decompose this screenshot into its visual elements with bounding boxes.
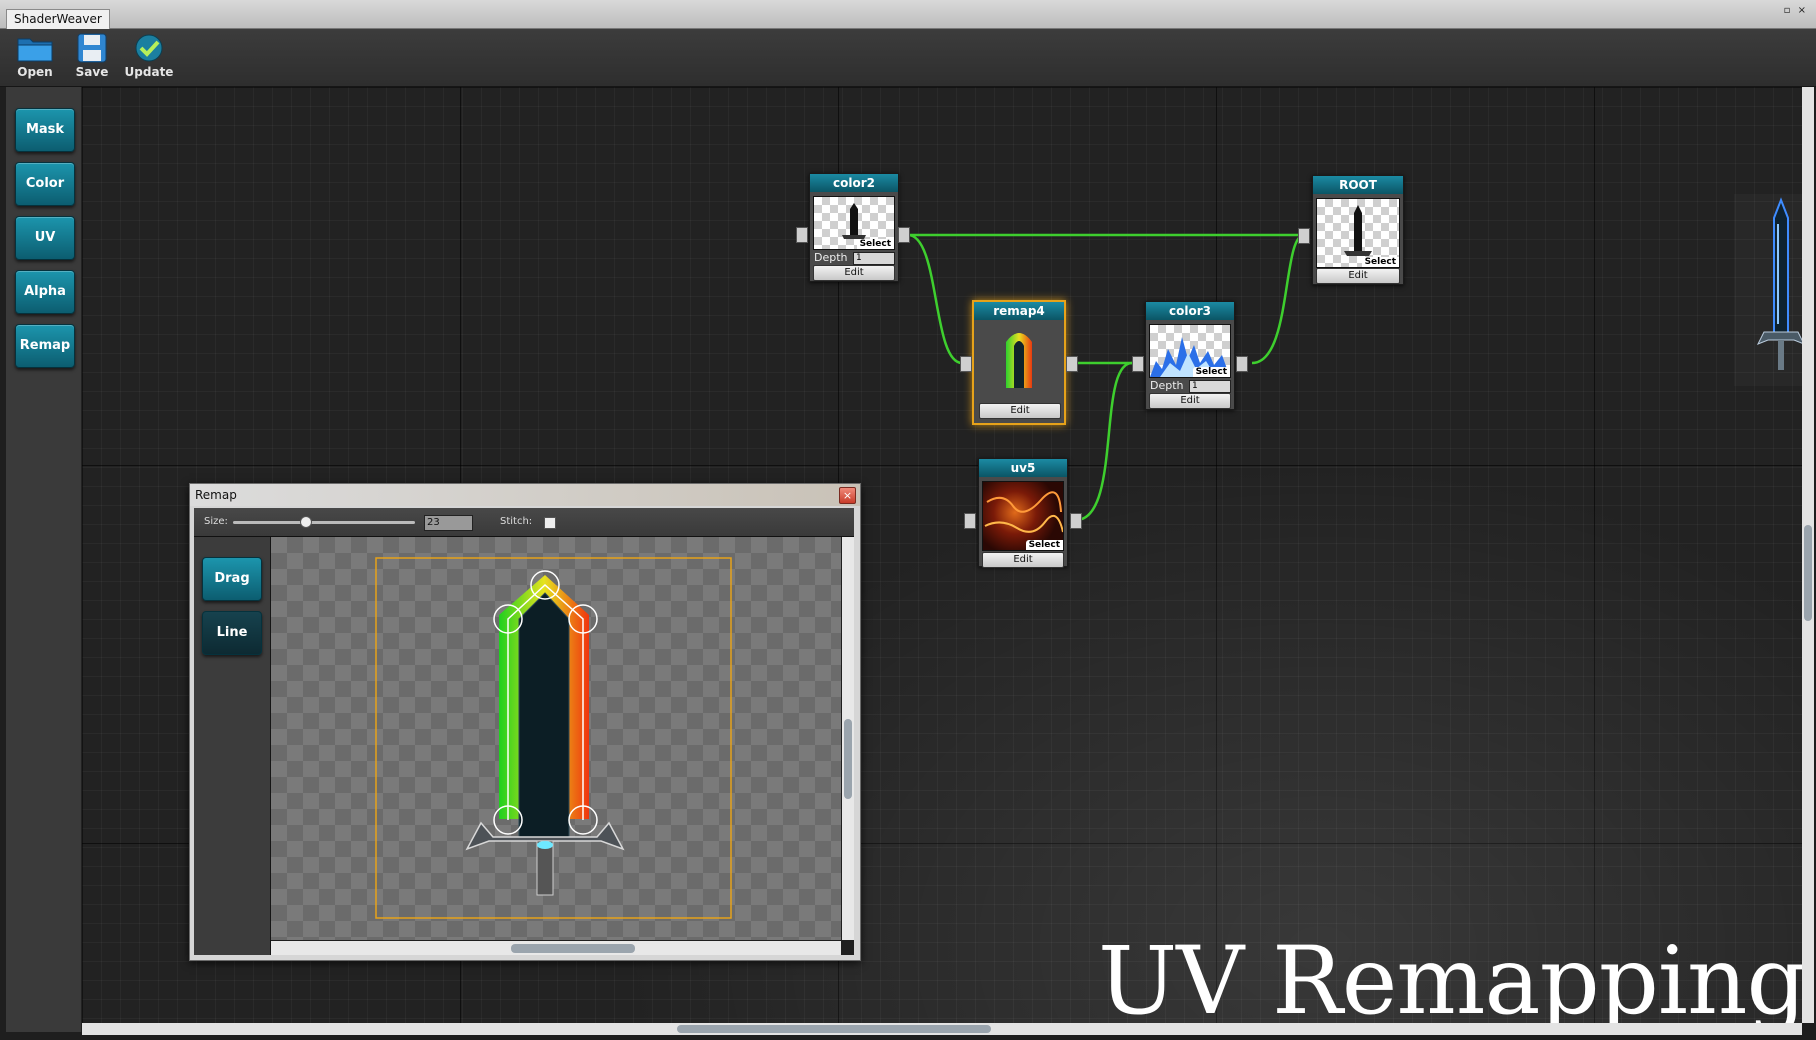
size-label: Size:: [204, 516, 228, 527]
horizontal-scrollbar[interactable]: [82, 1023, 1802, 1035]
sidebar-item-alpha[interactable]: Alpha: [15, 270, 75, 314]
save-button[interactable]: Save: [67, 33, 117, 85]
depth-label: Depth: [1150, 379, 1184, 392]
open-label: Open: [17, 65, 53, 79]
node-remap4[interactable]: remap4 Edit: [972, 300, 1066, 425]
select-button[interactable]: Select: [856, 239, 894, 249]
remap-window-titlebar[interactable]: Remap ×: [190, 484, 860, 506]
color3-input-port[interactable]: [1132, 356, 1144, 372]
checkmark-icon: [135, 34, 163, 62]
node-root[interactable]: ROOT Select Edit: [1312, 175, 1404, 285]
window-controls[interactable]: ▫ ×: [1784, 5, 1808, 16]
drag-tool-button[interactable]: Drag: [202, 557, 262, 601]
node-thumbnail: Select: [1316, 198, 1400, 268]
select-button[interactable]: Select: [1192, 367, 1230, 377]
remap-sword-canvas: [375, 557, 732, 919]
window-tab[interactable]: ShaderWeaver: [6, 9, 110, 29]
floppy-disk-icon: [77, 33, 107, 63]
size-slider-handle[interactable]: [300, 516, 312, 528]
color3-output-port[interactable]: [1236, 356, 1248, 372]
blue-sword-preview-icon: [1756, 197, 1802, 370]
horizontal-scroll-thumb[interactable]: [677, 1025, 991, 1033]
node-color3[interactable]: color3 Select Depth 1 Edit: [1145, 301, 1235, 410]
node-type-sidebar: Mask Color UV Alpha Remap: [6, 87, 82, 1032]
stitch-label: Stitch:: [500, 516, 533, 527]
connection-color3-root: [1251, 233, 1305, 365]
remap-vertical-scroll-thumb[interactable]: [844, 719, 852, 799]
remap4-output-port[interactable]: [1066, 356, 1078, 372]
toolbar: Open Save Update: [0, 29, 1816, 87]
sidebar-item-uv[interactable]: UV: [15, 216, 75, 260]
remap-window[interactable]: Remap × Size: 23 Stitch: Drag Line: [189, 483, 861, 961]
edit-button[interactable]: Edit: [979, 403, 1061, 419]
root-input-port[interactable]: [1298, 228, 1310, 244]
sidebar-item-color[interactable]: Color: [15, 162, 75, 206]
node-color2[interactable]: color2 Select Depth 1 Edit: [809, 173, 899, 282]
depth-label: Depth: [814, 251, 848, 264]
close-button[interactable]: ×: [839, 487, 856, 504]
sidebar-item-mask[interactable]: Mask: [15, 108, 75, 152]
remap-toolbar: Size: 23 Stitch:: [194, 508, 854, 537]
sword-blade: [518, 592, 570, 838]
vertical-scrollbar[interactable]: [1802, 87, 1814, 1023]
depth-input[interactable]: 1: [853, 252, 895, 265]
line-tool-button[interactable]: Line: [202, 611, 262, 655]
remap-horizontal-scrollbar[interactable]: [271, 941, 841, 955]
update-label: Update: [124, 65, 174, 79]
connection-color2-remap4: [907, 233, 963, 365]
remap-viewport[interactable]: [271, 537, 841, 940]
node-thumbnail: Select: [813, 196, 895, 250]
select-button[interactable]: Select: [1361, 257, 1399, 267]
remap-horizontal-scroll-thumb[interactable]: [511, 944, 635, 953]
remap-arch-icon: [1006, 333, 1032, 388]
node-title: color2: [810, 174, 898, 192]
node-thumbnail: Select: [982, 481, 1064, 551]
size-slider[interactable]: [233, 521, 415, 524]
remap-tools-sidebar: Drag Line: [194, 537, 271, 955]
sword-handle: [536, 840, 554, 896]
sidebar-item-remap[interactable]: Remap: [15, 324, 75, 368]
remap4-input-port[interactable]: [960, 356, 972, 372]
stitch-checkbox[interactable]: [544, 517, 556, 529]
edit-button[interactable]: Edit: [1149, 393, 1231, 409]
connection-uv5-color3: [1075, 361, 1133, 522]
size-input[interactable]: 23: [424, 515, 473, 531]
overlay-title: UV Remapping: [1098, 927, 1802, 1023]
open-button[interactable]: Open: [10, 33, 60, 85]
depth-input[interactable]: 1: [1189, 380, 1231, 393]
update-button[interactable]: Update: [124, 33, 174, 85]
folder-icon: [17, 38, 53, 62]
remap-vertical-scrollbar[interactable]: [842, 537, 854, 940]
edit-button[interactable]: Edit: [813, 265, 895, 281]
sword-gem: [537, 841, 553, 849]
remap-window-title: Remap: [195, 488, 237, 502]
vertical-scroll-thumb[interactable]: [1804, 525, 1812, 621]
node-title: color3: [1146, 302, 1234, 320]
color2-input-port[interactable]: [796, 227, 808, 243]
node-thumbnail: Select: [1149, 324, 1231, 378]
save-label: Save: [75, 65, 109, 79]
uv5-input-port[interactable]: [964, 513, 976, 529]
window-titlebar: ShaderWeaver ▫ ×: [0, 0, 1816, 29]
edit-button[interactable]: Edit: [1316, 268, 1400, 284]
color2-output-port[interactable]: [898, 227, 910, 243]
result-preview: [1734, 194, 1802, 386]
uv5-output-port[interactable]: [1070, 513, 1082, 529]
node-title: ROOT: [1313, 176, 1403, 194]
remap-window-body: Size: 23 Stitch: Drag Line: [194, 508, 854, 955]
edit-button[interactable]: Edit: [982, 552, 1064, 568]
node-title: remap4: [974, 302, 1064, 320]
node-title: uv5: [979, 459, 1067, 477]
node-uv5[interactable]: uv5 Select Edit: [978, 458, 1068, 568]
select-button[interactable]: Select: [1025, 540, 1063, 550]
